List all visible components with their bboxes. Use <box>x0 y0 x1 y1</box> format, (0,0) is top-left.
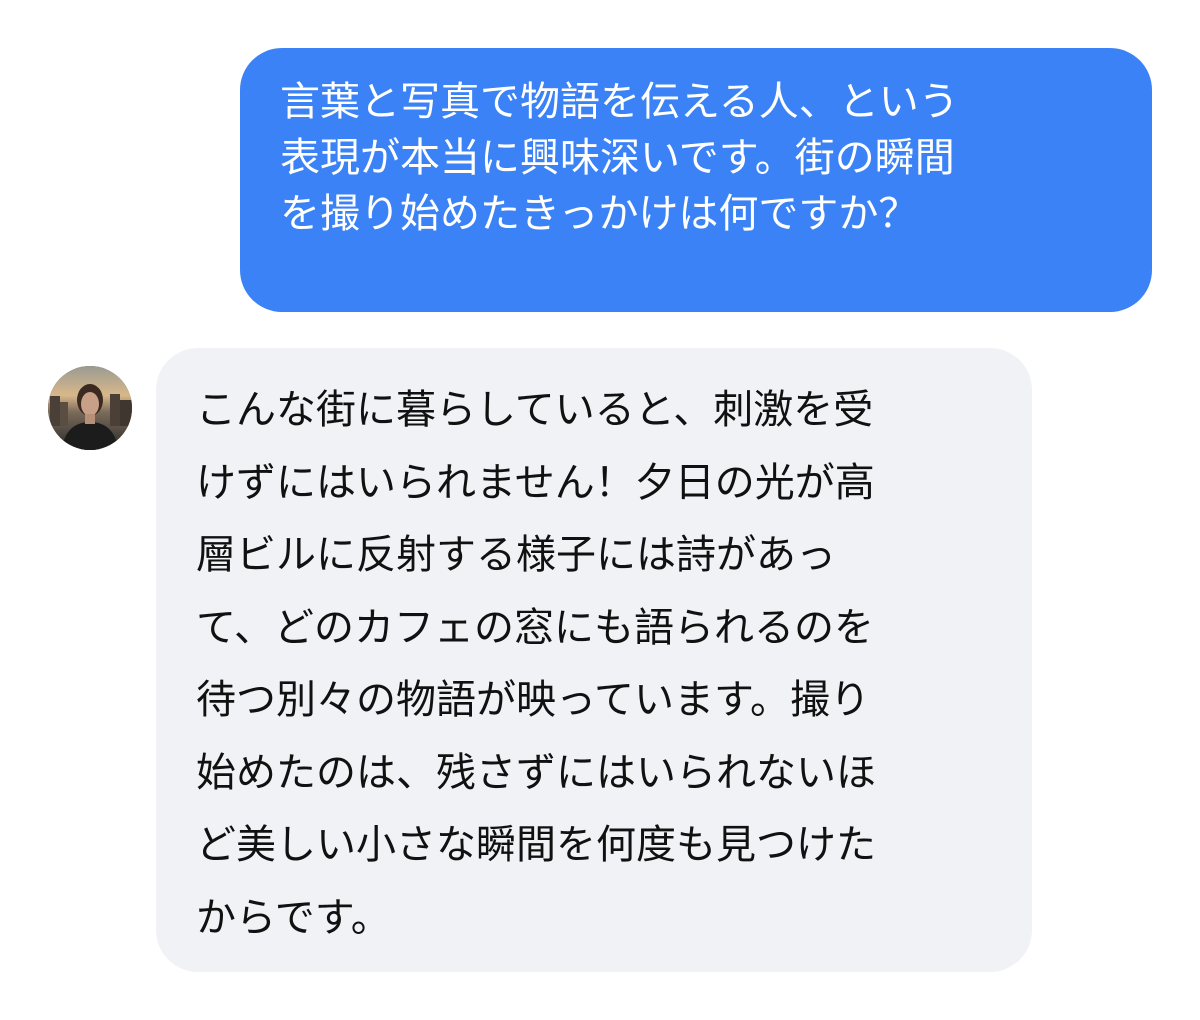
assistant-avatar[interactable] <box>48 366 132 450</box>
assistant-message-bubble: こんな街に暮らしていると、刺激を受 けずにはいられません！夕日の光が高 層ビルに… <box>156 348 1032 972</box>
chat-thread: 言葉と写真で物語を伝える人、という 表現が本当に興味深いです。街の瞬間 を撮り始… <box>0 0 1200 1020</box>
person-photo-avatar-icon <box>48 366 132 450</box>
user-message-bubble: 言葉と写真で物語を伝える人、という 表現が本当に興味深いです。街の瞬間 を撮り始… <box>240 48 1152 312</box>
